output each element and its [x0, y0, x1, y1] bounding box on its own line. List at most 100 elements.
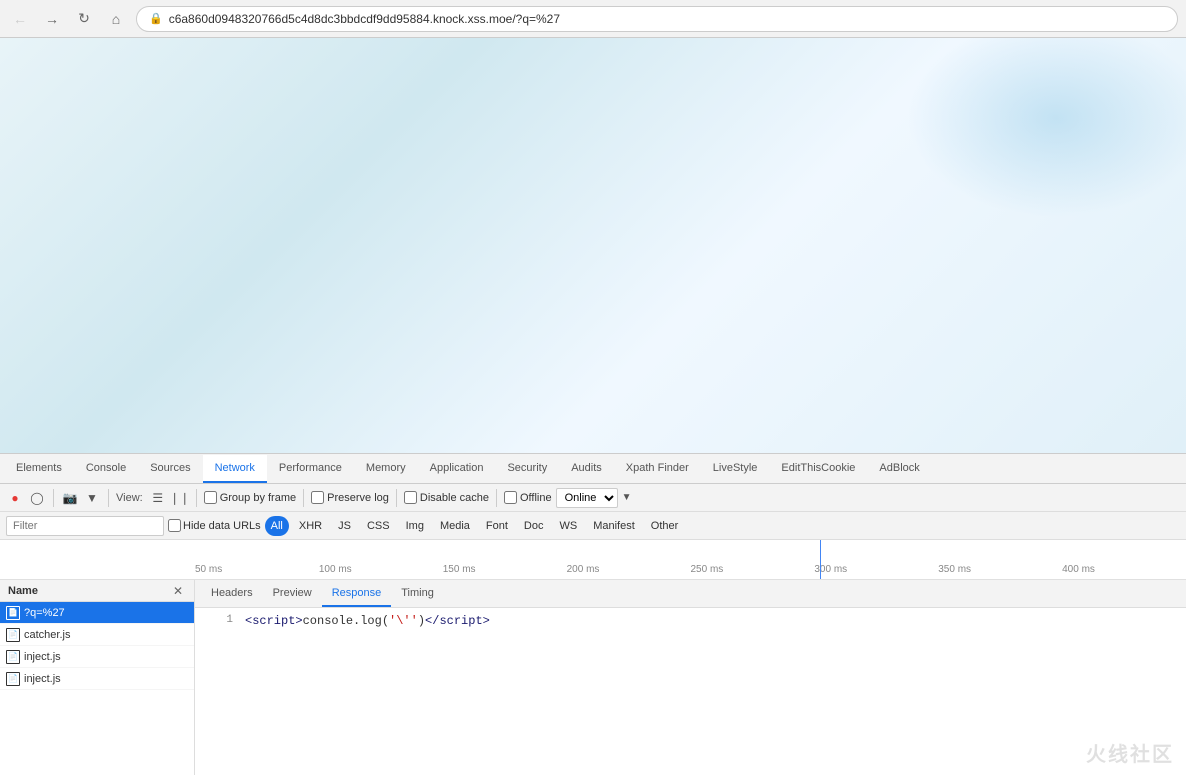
file-list-header: Name ✕ — [0, 580, 194, 602]
clear-button[interactable]: ◯ — [28, 489, 46, 507]
file-icon-1: 📄 — [6, 628, 20, 642]
tab-elements[interactable]: Elements — [4, 455, 74, 483]
timeline-labels: 50 ms 100 ms 150 ms 200 ms 250 ms 300 ms… — [0, 564, 1186, 575]
browser-toolbar: ← → ↻ ⌂ 🔒 c6a860d0948320766d5c4d8dc3bbdc… — [0, 0, 1186, 38]
tl-50ms: 50 ms — [195, 564, 319, 575]
tab-console[interactable]: Console — [74, 455, 138, 483]
filter-media-button[interactable]: Media — [434, 516, 476, 536]
throttle-select[interactable]: Online — [556, 488, 618, 508]
script-close-tag: </script> — [425, 614, 490, 628]
file-row-1[interactable]: 📄 catcher.js — [0, 624, 194, 646]
hide-data-urls-label[interactable]: Hide data URLs — [183, 520, 261, 532]
file-name-2: inject.js — [24, 651, 61, 663]
file-name-1: catcher.js — [24, 629, 70, 641]
group-by-frame-label[interactable]: Group by frame — [220, 492, 296, 504]
filter-input[interactable] — [6, 516, 164, 536]
screenshot-button[interactable]: 📷 — [61, 489, 79, 507]
page-content — [0, 38, 1186, 453]
tab-sources[interactable]: Sources — [138, 455, 202, 483]
forward-button[interactable]: → — [40, 7, 64, 31]
separator2 — [108, 489, 109, 507]
lock-icon: 🔒 — [149, 12, 163, 25]
separator6 — [496, 489, 497, 507]
devtools-panel: Elements Console Sources Network Perform… — [0, 453, 1186, 775]
filter-xhr-button[interactable]: XHR — [293, 516, 328, 536]
network-toolbar: ● ◯ 📷 ▼ View: ☰ ❘❘ Group by frame Preser… — [0, 484, 1186, 512]
hide-data-urls-checkbox[interactable] — [168, 519, 181, 532]
view-label: View: — [116, 492, 143, 504]
preserve-log-label[interactable]: Preserve log — [327, 492, 389, 504]
list-view-button[interactable]: ☰ — [149, 489, 167, 507]
code-string: '\'' — [389, 614, 418, 628]
filter-all-button[interactable]: All — [265, 516, 289, 536]
hide-data-urls-group: Hide data URLs — [168, 519, 261, 532]
filter-css-button[interactable]: CSS — [361, 516, 396, 536]
group-by-frame-group: Group by frame — [204, 491, 296, 504]
disable-cache-label[interactable]: Disable cache — [420, 492, 489, 504]
reload-button[interactable]: ↻ — [72, 7, 96, 31]
filter-bar: Hide data URLs All XHR JS CSS Img Media … — [0, 512, 1186, 540]
offline-label[interactable]: Offline — [520, 492, 552, 504]
filter-doc-button[interactable]: Doc — [518, 516, 550, 536]
line-number-1: 1 — [203, 614, 233, 626]
address-bar[interactable]: 🔒 c6a860d0948320766d5c4d8dc3bbdcdf9dd958… — [136, 6, 1178, 32]
tab-audits[interactable]: Audits — [559, 455, 614, 483]
close-panel-button[interactable]: ✕ — [170, 583, 186, 599]
filter-font-button[interactable]: Font — [480, 516, 514, 536]
file-row-2[interactable]: 📄 inject.js — [0, 646, 194, 668]
filter-ws-button[interactable]: WS — [553, 516, 583, 536]
tab-security[interactable]: Security — [495, 455, 559, 483]
record-button[interactable]: ● — [6, 489, 24, 507]
offline-checkbox[interactable] — [504, 491, 517, 504]
dropdown-arrow: ▼ — [622, 492, 632, 503]
filter-manifest-button[interactable]: Manifest — [587, 516, 641, 536]
file-list: Name ✕ 📄 ?q=%27 📄 catcher.js 📄 inject.js… — [0, 580, 195, 775]
tl-150ms: 150 ms — [443, 564, 567, 575]
tl-100ms: 100 ms — [319, 564, 443, 575]
back-button[interactable]: ← — [8, 7, 32, 31]
preserve-log-group: Preserve log — [311, 491, 389, 504]
code-js: console.log( — [303, 614, 389, 628]
script-open-tag: <script> — [245, 614, 303, 628]
preserve-log-checkbox[interactable] — [311, 491, 324, 504]
filter-js-button[interactable]: JS — [332, 516, 357, 536]
file-row-0[interactable]: 📄 ?q=%27 — [0, 602, 194, 624]
tab-xpath-finder[interactable]: Xpath Finder — [614, 455, 701, 483]
group-by-frame-checkbox[interactable] — [204, 491, 217, 504]
tab-adblock[interactable]: AdBlock — [867, 455, 931, 483]
response-tabs: Headers Preview Response Timing — [195, 580, 1186, 608]
tl-350ms: 350 ms — [938, 564, 1062, 575]
file-name-3: inject.js — [24, 673, 61, 685]
timeline-cursor — [820, 540, 821, 579]
code-line-1: 1 <script>console.log('\'')</script> — [195, 614, 1186, 628]
resp-tab-response[interactable]: Response — [322, 581, 392, 607]
tab-application[interactable]: Application — [418, 455, 496, 483]
separator4 — [303, 489, 304, 507]
devtools-tabs-bar: Elements Console Sources Network Perform… — [0, 454, 1186, 484]
tab-livestyle[interactable]: LiveStyle — [701, 455, 770, 483]
tl-250ms: 250 ms — [691, 564, 815, 575]
tab-memory[interactable]: Memory — [354, 455, 418, 483]
home-button[interactable]: ⌂ — [104, 7, 128, 31]
tl-300ms: 300 ms — [814, 564, 938, 575]
filter-button[interactable]: ▼ — [83, 489, 101, 507]
response-content: 1 <script>console.log('\'')</script> — [195, 608, 1186, 775]
offline-group: Offline — [504, 491, 552, 504]
response-panel: Headers Preview Response Timing 1 <scrip… — [195, 580, 1186, 775]
resp-tab-headers[interactable]: Headers — [201, 581, 263, 607]
resp-tab-preview[interactable]: Preview — [263, 581, 322, 607]
disable-cache-checkbox[interactable] — [404, 491, 417, 504]
url-text: c6a860d0948320766d5c4d8dc3bbdcdf9dd95884… — [169, 12, 560, 26]
file-row-3[interactable]: 📄 inject.js — [0, 668, 194, 690]
separator — [53, 489, 54, 507]
filter-other-button[interactable]: Other — [645, 516, 685, 536]
detail-view-button[interactable]: ❘❘ — [171, 489, 189, 507]
tl-200ms: 200 ms — [567, 564, 691, 575]
code-js-close: ) — [418, 614, 425, 628]
tab-performance[interactable]: Performance — [267, 455, 354, 483]
tl-400ms: 400 ms — [1062, 564, 1186, 575]
tab-editthiscookie[interactable]: EditThisCookie — [769, 455, 867, 483]
resp-tab-timing[interactable]: Timing — [391, 581, 444, 607]
tab-network[interactable]: Network — [203, 455, 267, 483]
filter-img-button[interactable]: Img — [400, 516, 430, 536]
